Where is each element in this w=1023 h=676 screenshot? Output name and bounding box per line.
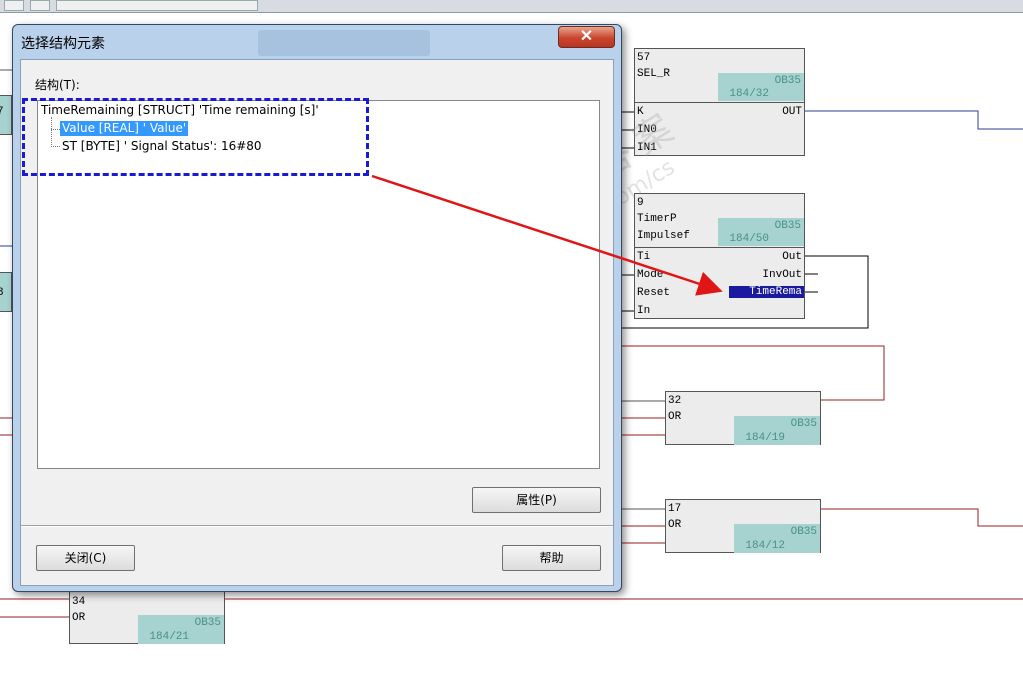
title-ghost — [258, 30, 430, 56]
function-block-or-17[interactable]: 17 OR OB35 184/12 — [665, 499, 821, 553]
annotation-dashed-box — [22, 98, 369, 176]
window-close-button[interactable]: ✕ — [558, 26, 615, 48]
pin-in0[interactable]: IN0 — [637, 124, 657, 136]
function-block-sel-r[interactable]: 57 SEL_R OB35 184/32 K IN0 IN1 OUT — [634, 48, 805, 156]
ob-badge: OB35 184/19 — [734, 416, 820, 445]
pin-k[interactable]: K — [637, 106, 644, 118]
ob-badge: OB35 184/21 — [138, 615, 224, 644]
function-block-or-34[interactable]: 34 OR OB35 184/21 — [69, 590, 225, 644]
ob-badge: OB35 184/32 — [718, 73, 804, 101]
ob-badge: OB35 184/50 — [718, 218, 804, 246]
function-block-timerp[interactable]: 9 TimerP Impulsef OB35 184/50 Ti Mode Re… — [634, 193, 805, 319]
function-block-or-32[interactable]: 32 OR OB35 184/19 — [665, 391, 821, 445]
dialog-title: 选择结构元素 — [21, 36, 105, 52]
ob-badge: OB35 184/12 — [734, 524, 820, 553]
pin-reset[interactable]: Reset — [637, 287, 670, 299]
pin-in[interactable]: In — [637, 305, 650, 317]
pin-invout[interactable]: InvOut — [762, 269, 802, 281]
pin-out[interactable]: OUT — [782, 106, 802, 118]
pin-ti[interactable]: Ti — [637, 251, 650, 263]
pin-out[interactable]: Out — [782, 251, 802, 263]
help-button[interactable]: 帮助 — [502, 545, 601, 571]
pin-timeremaining-selected[interactable]: TimeRema — [729, 286, 804, 298]
block-fragment: 7 — [0, 95, 12, 135]
structure-label: 结构(T): — [35, 78, 80, 92]
dialog-divider — [21, 525, 613, 527]
pin-mode[interactable]: Mode — [637, 269, 663, 281]
close-button[interactable]: 关闭(C) — [36, 545, 135, 571]
properties-button[interactable]: 属性(P) — [472, 487, 601, 513]
pin-in1[interactable]: IN1 — [637, 142, 657, 154]
block-fragment: 8 — [0, 272, 12, 312]
